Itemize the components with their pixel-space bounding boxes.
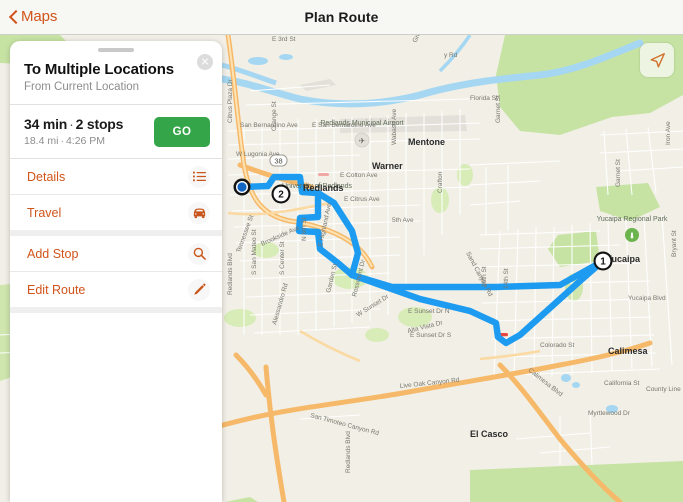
route-distance: 18.4 mi	[24, 135, 59, 147]
svg-text:Colorado St: Colorado St	[540, 342, 575, 349]
svg-text:Mentone: Mentone	[408, 137, 445, 147]
route-actions-group-primary: Details Travel	[10, 159, 222, 236]
search-icon	[188, 242, 210, 265]
edit-route-row[interactable]: Edit Route	[10, 271, 222, 307]
close-panel-button[interactable]	[197, 54, 213, 70]
page-title: Plan Route	[304, 9, 379, 25]
route-duration: 34 min	[24, 116, 68, 132]
svg-text:16th St: 16th St	[481, 266, 488, 287]
svg-text:Warner: Warner	[372, 161, 403, 171]
svg-text:14th St: 14th St	[503, 268, 510, 289]
route-actions-group-secondary: Add Stop Edit Route	[10, 236, 222, 313]
svg-text:5th Ave: 5th Ave	[392, 217, 414, 224]
svg-text:E Colton Ave: E Colton Ave	[340, 172, 378, 179]
svg-text:N 6th St: N 6th St	[301, 217, 308, 241]
chevron-left-icon	[8, 9, 18, 25]
edit-route-row-label: Edit Route	[27, 282, 86, 297]
svg-text:Garnet St: Garnet St	[495, 95, 502, 123]
svg-text:Redlands: Redlands	[303, 183, 344, 193]
svg-text:Redlands Blvd: Redlands Blvd	[345, 431, 352, 473]
svg-text:S Center St: S Center St	[279, 241, 286, 275]
svg-text:Garnet St: Garnet St	[615, 159, 622, 187]
svg-text:y Rd: y Rd	[444, 52, 458, 59]
svg-text:Redlands Blvd: Redlands Blvd	[227, 253, 234, 295]
svg-text:California St: California St	[604, 380, 640, 387]
add-stop-row[interactable]: Add Stop	[10, 236, 222, 271]
back-to-maps-button[interactable]: Maps	[8, 8, 57, 25]
nav-bar: Plan Route Maps	[0, 0, 683, 35]
svg-text:S San Mateo St: S San Mateo St	[251, 229, 258, 275]
details-row[interactable]: Details	[10, 159, 222, 194]
route-summary: 34 min · 2 stops 18.4 mi · 4:26 PM GO	[10, 105, 222, 159]
svg-text:County Line: County Line	[646, 386, 681, 393]
list-icon	[188, 165, 210, 188]
route-eta-line: 34 min · 2 stops	[24, 116, 154, 132]
travel-row[interactable]: Travel	[10, 194, 222, 230]
svg-text:2: 2	[278, 190, 284, 201]
svg-text:E Citrus Ave: E Citrus Ave	[344, 196, 380, 203]
svg-text:Wabash Ave: Wabash Ave	[391, 108, 398, 145]
eta-separator: ·	[69, 116, 74, 132]
route-origin-subtitle: From Current Location	[24, 81, 140, 93]
svg-text:Yucaipa Blvd: Yucaipa Blvd	[628, 295, 666, 302]
svg-text:Myrtlewood Dr: Myrtlewood Dr	[588, 410, 631, 417]
svg-text:Calimesa: Calimesa	[608, 346, 649, 356]
svg-text:Bryant St: Bryant St	[671, 230, 678, 257]
panel-drag-handle[interactable]	[98, 48, 134, 52]
svg-text:E Sunset Dr N: E Sunset Dr N	[408, 308, 450, 315]
navigation-arrow-icon	[650, 52, 665, 68]
svg-text:Florida St: Florida St	[470, 95, 498, 102]
svg-text:Iron Ave: Iron Ave	[665, 121, 672, 145]
svg-text:1: 1	[600, 257, 606, 268]
svg-text:E Sunset Dr S: E Sunset Dr S	[410, 332, 452, 339]
route-detail-panel: To Multiple Locations From Current Locat…	[10, 41, 222, 502]
car-icon	[188, 201, 210, 224]
svg-text:38: 38	[274, 157, 282, 166]
svg-text:San Bernardino Ave: San Bernardino Ave	[240, 122, 298, 129]
svg-text:Crafton: Crafton	[437, 171, 444, 193]
svg-text:E 3rd St: E 3rd St	[272, 36, 296, 43]
go-button[interactable]: GO	[154, 116, 210, 147]
route-stops: 2 stops	[75, 116, 124, 132]
travel-row-label: Travel	[27, 205, 62, 220]
svg-text:E San Bernardino Ave: E San Bernardino Ave	[312, 122, 376, 129]
details-row-label: Details	[27, 169, 66, 184]
pencil-icon	[188, 278, 210, 301]
svg-text:Yucaipa Regional Park: Yucaipa Regional Park	[597, 216, 668, 223]
svg-text:Citrus Plaza Dr: Citrus Plaza Dr	[227, 78, 234, 123]
panel-empty-area	[10, 313, 222, 502]
svg-text:El Casco: El Casco	[470, 429, 509, 439]
back-button-label: Maps	[21, 8, 58, 25]
locate-me-button[interactable]	[640, 43, 674, 77]
route-destination-title: To Multiple Locations	[24, 61, 174, 78]
svg-text:✈: ✈	[359, 137, 366, 146]
route-distance-line: 18.4 mi · 4:26 PM	[24, 135, 154, 147]
distance-separator: ·	[60, 135, 64, 147]
route-summary-text: 34 min · 2 stops 18.4 mi · 4:26 PM	[24, 116, 154, 147]
svg-text:⬇: ⬇	[629, 232, 636, 241]
add-stop-row-label: Add Stop	[27, 246, 79, 261]
route-arrival-time: 4:26 PM	[65, 135, 106, 147]
